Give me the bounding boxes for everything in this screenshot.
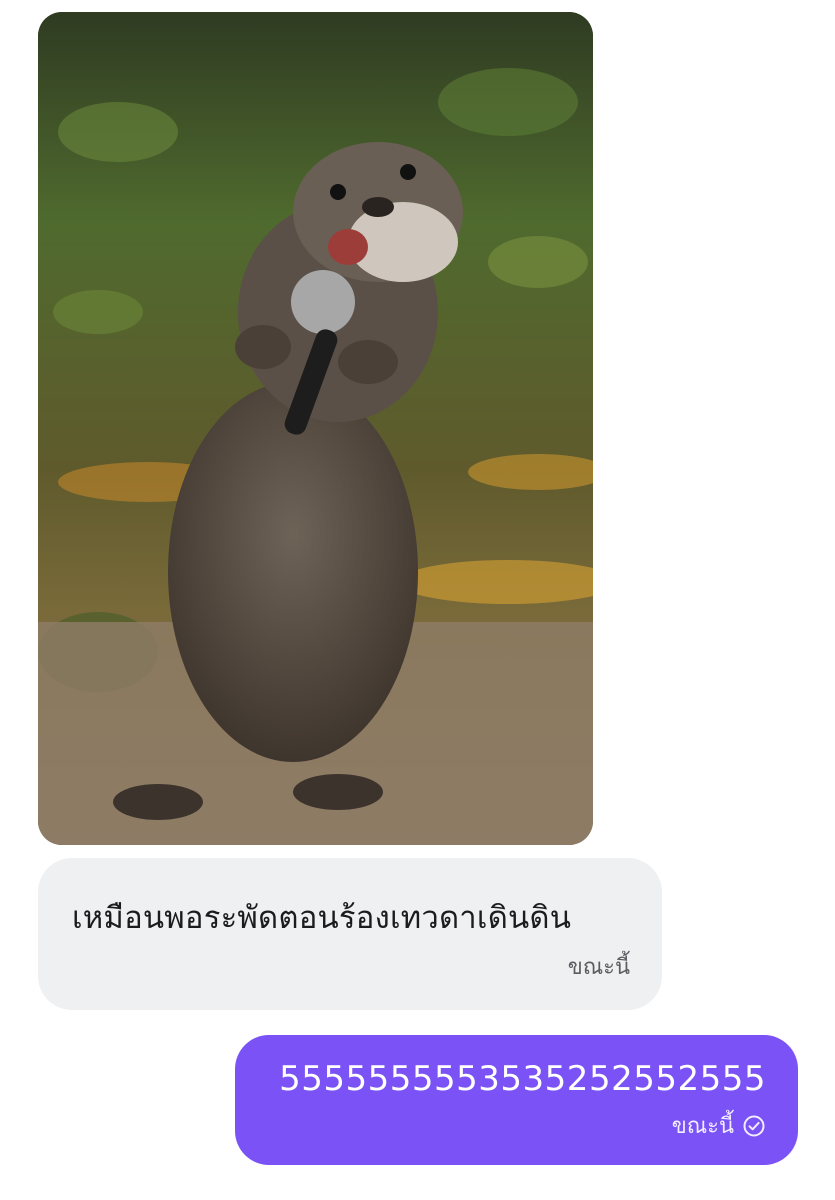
read-check-circle-icon: [743, 1115, 765, 1136]
outgoing-message-text: 5555555553535252552555: [279, 1059, 766, 1099]
incoming-message-text: เหมือนพอระพัดตอนร้องเทวดาเดินดิน: [72, 900, 572, 936]
outgoing-message-bubble[interactable]: 5555555553535252552555 ขณะนี้: [235, 1035, 798, 1165]
incoming-message-bubble[interactable]: เหมือนพอระพัดตอนร้องเทวดาเดินดิน ขณะนี้: [38, 858, 662, 1010]
outgoing-message-timestamp: ขณะนี้: [671, 1114, 734, 1139]
outgoing-message-meta: ขณะนี้: [672, 1108, 766, 1143]
incoming-message-timestamp: ขณะนี้: [567, 955, 630, 980]
image-message[interactable]: [38, 12, 593, 845]
otter-photo: [38, 12, 593, 845]
